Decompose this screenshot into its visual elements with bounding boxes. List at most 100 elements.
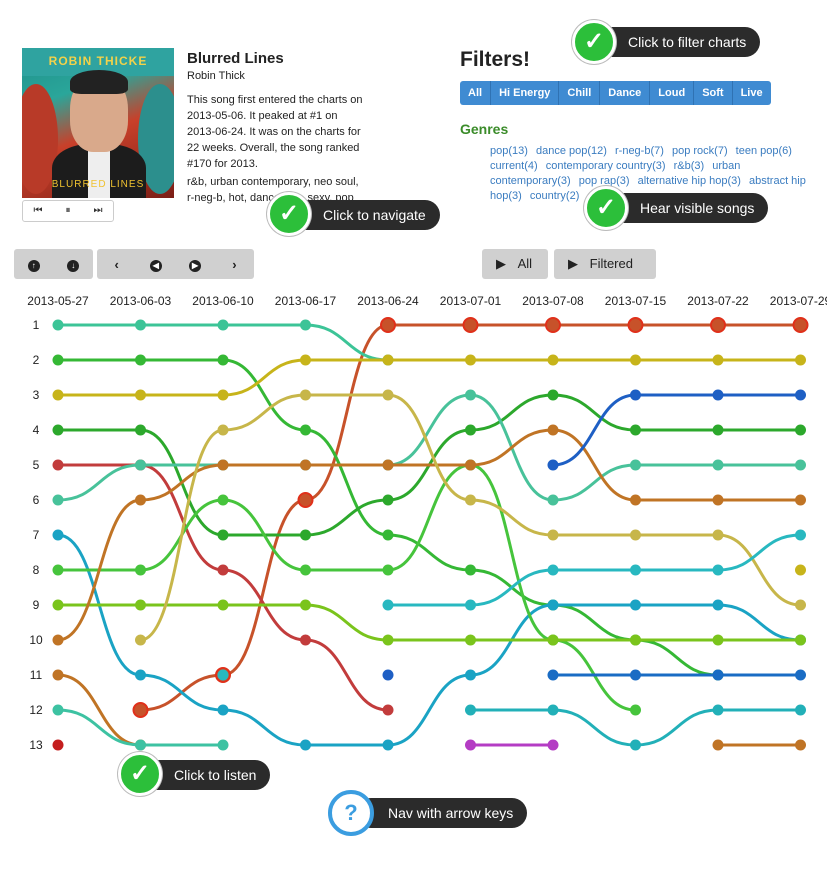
song-point[interactable] <box>630 704 641 716</box>
filter-loud-button[interactable]: Loud <box>650 81 695 105</box>
song-point[interactable] <box>547 564 559 576</box>
song-point[interactable] <box>300 599 311 611</box>
song-point[interactable] <box>630 739 641 751</box>
song-point[interactable] <box>135 634 146 646</box>
song-point[interactable] <box>712 669 724 681</box>
song-point[interactable] <box>547 704 559 716</box>
genre-link[interactable]: dance pop(12) <box>536 145 607 157</box>
song-point[interactable] <box>795 494 806 506</box>
song-point[interactable] <box>465 494 476 506</box>
song-point[interactable] <box>380 317 396 333</box>
song-point[interactable] <box>712 424 724 436</box>
song-point[interactable] <box>52 424 64 436</box>
scroll-down-button[interactable]: ↓ <box>54 256 94 272</box>
song-point[interactable] <box>300 389 311 401</box>
song-point[interactable] <box>135 459 146 471</box>
song-point[interactable] <box>465 704 476 716</box>
song-point[interactable] <box>217 529 229 541</box>
song-point[interactable] <box>300 354 311 366</box>
song-point[interactable] <box>135 669 146 681</box>
first-week-button[interactable]: ‹ <box>97 257 136 272</box>
genre-link[interactable]: alternative hip hop(3) <box>638 175 741 187</box>
song-point[interactable] <box>795 389 806 401</box>
song-point[interactable] <box>135 494 146 506</box>
song-point[interactable] <box>52 564 64 576</box>
song-point[interactable] <box>300 459 311 471</box>
song-point[interactable] <box>465 564 476 576</box>
genre-link[interactable]: country(2) <box>530 190 580 202</box>
last-week-button[interactable]: › <box>215 257 254 272</box>
song-point[interactable] <box>217 704 229 716</box>
date-tick-label[interactable]: 2013-07-08 <box>522 294 584 308</box>
song-point[interactable] <box>795 599 806 611</box>
song-point[interactable] <box>795 529 806 541</box>
scroll-up-button[interactable]: ↑ <box>14 256 54 272</box>
song-point[interactable] <box>630 564 641 576</box>
song-point[interactable] <box>300 564 311 576</box>
song-point[interactable] <box>465 739 476 751</box>
song-point[interactable] <box>135 564 146 576</box>
song-point[interactable] <box>132 702 149 718</box>
song-point[interactable] <box>135 319 146 331</box>
song-point[interactable] <box>630 459 641 471</box>
date-tick-label[interactable]: 2013-07-15 <box>605 294 667 308</box>
prev-week-button[interactable]: ◀ <box>136 256 175 272</box>
song-point[interactable] <box>547 459 559 471</box>
date-tick-label[interactable]: 2013-06-24 <box>357 294 419 308</box>
song-point[interactable] <box>382 704 394 716</box>
song-point[interactable] <box>547 634 559 646</box>
filter-live-button[interactable]: Live <box>732 81 771 105</box>
song-point[interactable] <box>795 354 806 366</box>
song-point[interactable] <box>52 494 64 506</box>
song-point[interactable] <box>52 599 64 611</box>
song-point[interactable] <box>712 354 724 366</box>
genre-link[interactable]: r-neg-b(7) <box>615 145 664 157</box>
song-point[interactable] <box>630 599 641 611</box>
skip-forward-icon[interactable]: ⏭ <box>83 201 113 221</box>
pause-icon[interactable]: ⏸ <box>53 201 83 221</box>
song-point[interactable] <box>547 389 559 401</box>
song-point[interactable] <box>712 389 724 401</box>
song-point[interactable] <box>217 354 229 366</box>
filter-chill-button[interactable]: Chill <box>559 81 601 105</box>
song-point[interactable] <box>547 529 559 541</box>
song-point[interactable] <box>630 494 641 506</box>
song-point[interactable] <box>297 492 314 508</box>
song-point[interactable] <box>547 424 559 436</box>
song-point[interactable] <box>795 669 806 681</box>
song-point[interactable] <box>52 634 64 646</box>
song-point[interactable] <box>135 739 146 751</box>
song-point[interactable] <box>465 424 476 436</box>
song-point[interactable] <box>52 389 64 401</box>
song-point[interactable] <box>545 317 561 333</box>
date-tick-label[interactable]: 2013-05-27 <box>27 294 89 308</box>
song-point[interactable] <box>465 459 476 471</box>
song-point[interactable] <box>712 494 724 506</box>
date-tick-label[interactable]: 2013-07-01 <box>440 294 502 308</box>
song-point[interactable] <box>465 669 476 681</box>
song-point[interactable] <box>217 494 229 506</box>
song-point[interactable] <box>795 424 806 436</box>
song-point[interactable] <box>795 459 806 471</box>
song-point[interactable] <box>547 599 559 611</box>
song-point[interactable] <box>462 317 479 333</box>
song-point[interactable] <box>217 669 229 681</box>
song-point[interactable] <box>792 317 809 333</box>
filter-hi-energy-button[interactable]: Hi Energy <box>491 81 560 105</box>
song-point[interactable] <box>465 599 476 611</box>
song-point[interactable] <box>627 317 644 333</box>
song-point[interactable] <box>382 599 394 611</box>
song-point[interactable] <box>217 319 229 331</box>
song-point[interactable] <box>135 354 146 366</box>
song-point[interactable] <box>630 669 641 681</box>
song-point[interactable] <box>547 669 559 681</box>
song-point[interactable] <box>710 317 726 333</box>
genre-link[interactable]: contemporary country(3) <box>546 160 666 172</box>
song-point[interactable] <box>217 564 229 576</box>
song-point[interactable] <box>52 319 64 331</box>
song-point[interactable] <box>52 669 64 681</box>
series-line[interactable] <box>140 323 801 712</box>
song-point[interactable] <box>547 494 559 506</box>
song-point[interactable] <box>547 354 559 366</box>
song-point[interactable] <box>712 599 724 611</box>
